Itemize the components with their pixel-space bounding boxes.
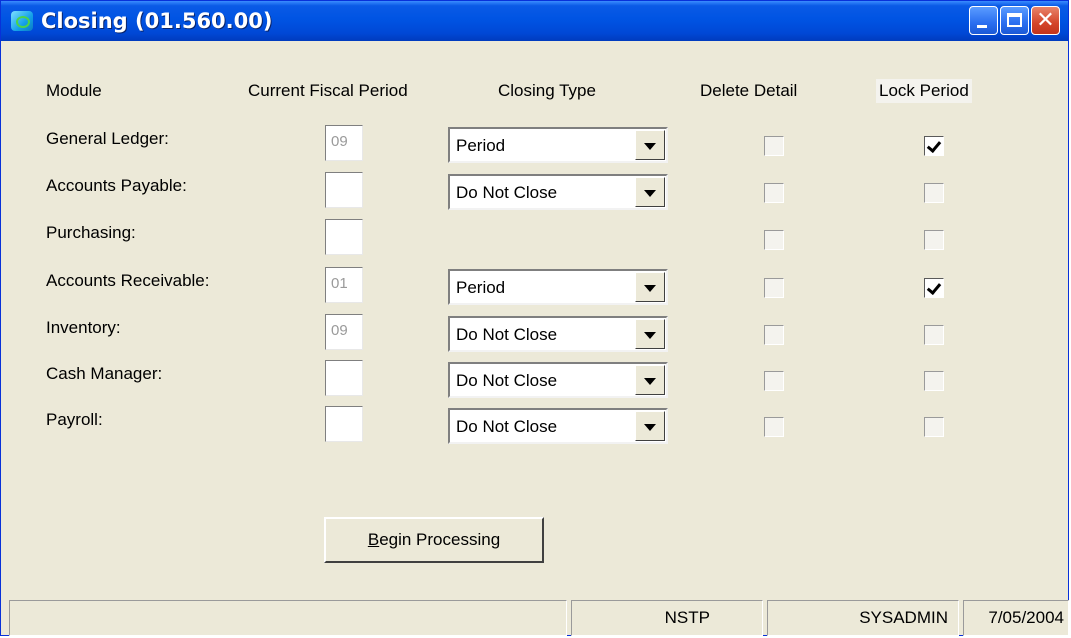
module-label-purchasing: Purchasing: [46,223,136,242]
lock-period-checkbox-inventory[interactable] [924,325,944,345]
module-label-cash-manager: Cash Manager: [46,364,163,383]
dropdown-button[interactable] [635,177,665,207]
lock-period-checkbox-accounts-payable[interactable] [924,183,944,203]
delete-detail-checkbox-payroll[interactable] [764,417,784,437]
status-pane-date: 7/05/2004 [963,600,1069,636]
period-field-accounts-receivable[interactable]: 01 [325,267,363,303]
chevron-down-icon [644,332,656,339]
lock-period-checkbox-cash-manager[interactable] [924,371,944,391]
closing-type-select-accounts-receivable[interactable]: Period [448,269,668,305]
module-label-inventory: Inventory: [46,318,121,337]
lock-period-checkbox-payroll[interactable] [924,417,944,437]
header-lock-period: Lock Period [876,79,972,103]
chevron-down-icon [644,424,656,431]
delete-detail-checkbox-accounts-receivable[interactable] [764,278,784,298]
maximize-icon [1007,13,1022,27]
status-pane-message [9,600,567,636]
closing-type-value: Do Not Close [456,417,558,436]
period-field-general-ledger[interactable]: 09 [325,125,363,161]
begin-processing-label: Begin Processing [367,530,501,549]
closing-type-value: Do Not Close [456,325,558,344]
delete-detail-checkbox-cash-manager[interactable] [764,371,784,391]
title-bar[interactable]: Closing (01.560.00) ✕ [1,1,1068,41]
status-bar: NSTP SYSADMIN 7/05/2004 [9,600,1069,636]
maximize-button[interactable] [1000,6,1029,35]
closing-type-value: Period [456,136,506,155]
period-field-purchasing[interactable] [325,219,363,255]
module-label-general-ledger: General Ledger: [46,129,169,148]
closing-type-select-inventory[interactable]: Do Not Close [448,316,668,352]
delete-detail-checkbox-general-ledger[interactable] [764,136,784,156]
closing-type-value: Do Not Close [456,183,558,202]
dropdown-button[interactable] [635,319,665,349]
app-icon[interactable] [11,11,33,31]
minimize-icon [977,25,987,28]
closing-type-select-cash-manager[interactable]: Do Not Close [448,362,668,398]
dropdown-button[interactable] [635,411,665,441]
window-title: Closing (01.560.00) [41,9,273,33]
closing-type-value: Period [456,278,506,297]
closing-type-value: Do Not Close [456,371,558,390]
period-field-accounts-payable[interactable] [325,172,363,208]
close-icon: ✕ [1036,8,1055,33]
dropdown-button[interactable] [635,130,665,160]
delete-detail-checkbox-purchasing[interactable] [764,230,784,250]
period-field-cash-manager[interactable] [325,360,363,396]
close-button[interactable]: ✕ [1031,6,1060,35]
delete-detail-checkbox-accounts-payable[interactable] [764,183,784,203]
header-module: Module [46,81,102,100]
closing-window: Closing (01.560.00) ✕ Module Current Fis… [0,0,1069,636]
dropdown-button[interactable] [635,272,665,302]
status-pane-database: NSTP [571,600,763,636]
begin-processing-button[interactable]: Begin Processing [324,517,544,563]
header-closing-type: Closing Type [498,81,596,100]
header-current-fiscal-period: Current Fiscal Period [248,81,408,100]
closing-type-select-payroll[interactable]: Do Not Close [448,408,668,444]
status-pane-user: SYSADMIN [767,600,959,636]
lock-period-checkbox-purchasing[interactable] [924,230,944,250]
delete-detail-checkbox-inventory[interactable] [764,325,784,345]
closing-type-select-general-ledger[interactable]: Period [448,127,668,163]
chevron-down-icon [644,190,656,197]
lock-period-checkbox-accounts-receivable[interactable] [924,278,944,298]
chevron-down-icon [644,143,656,150]
module-label-payroll: Payroll: [46,410,103,429]
module-label-accounts-payable: Accounts Payable: [46,176,187,195]
minimize-button[interactable] [969,6,998,35]
chevron-down-icon [644,285,656,292]
module-label-accounts-receivable: Accounts Receivable: [46,271,210,290]
lock-period-checkbox-general-ledger[interactable] [924,136,944,156]
dropdown-button[interactable] [635,365,665,395]
period-field-payroll[interactable] [325,406,363,442]
period-field-inventory[interactable]: 09 [325,314,363,350]
header-delete-detail: Delete Detail [700,81,798,100]
chevron-down-icon [644,378,656,385]
closing-type-select-accounts-payable[interactable]: Do Not Close [448,174,668,210]
